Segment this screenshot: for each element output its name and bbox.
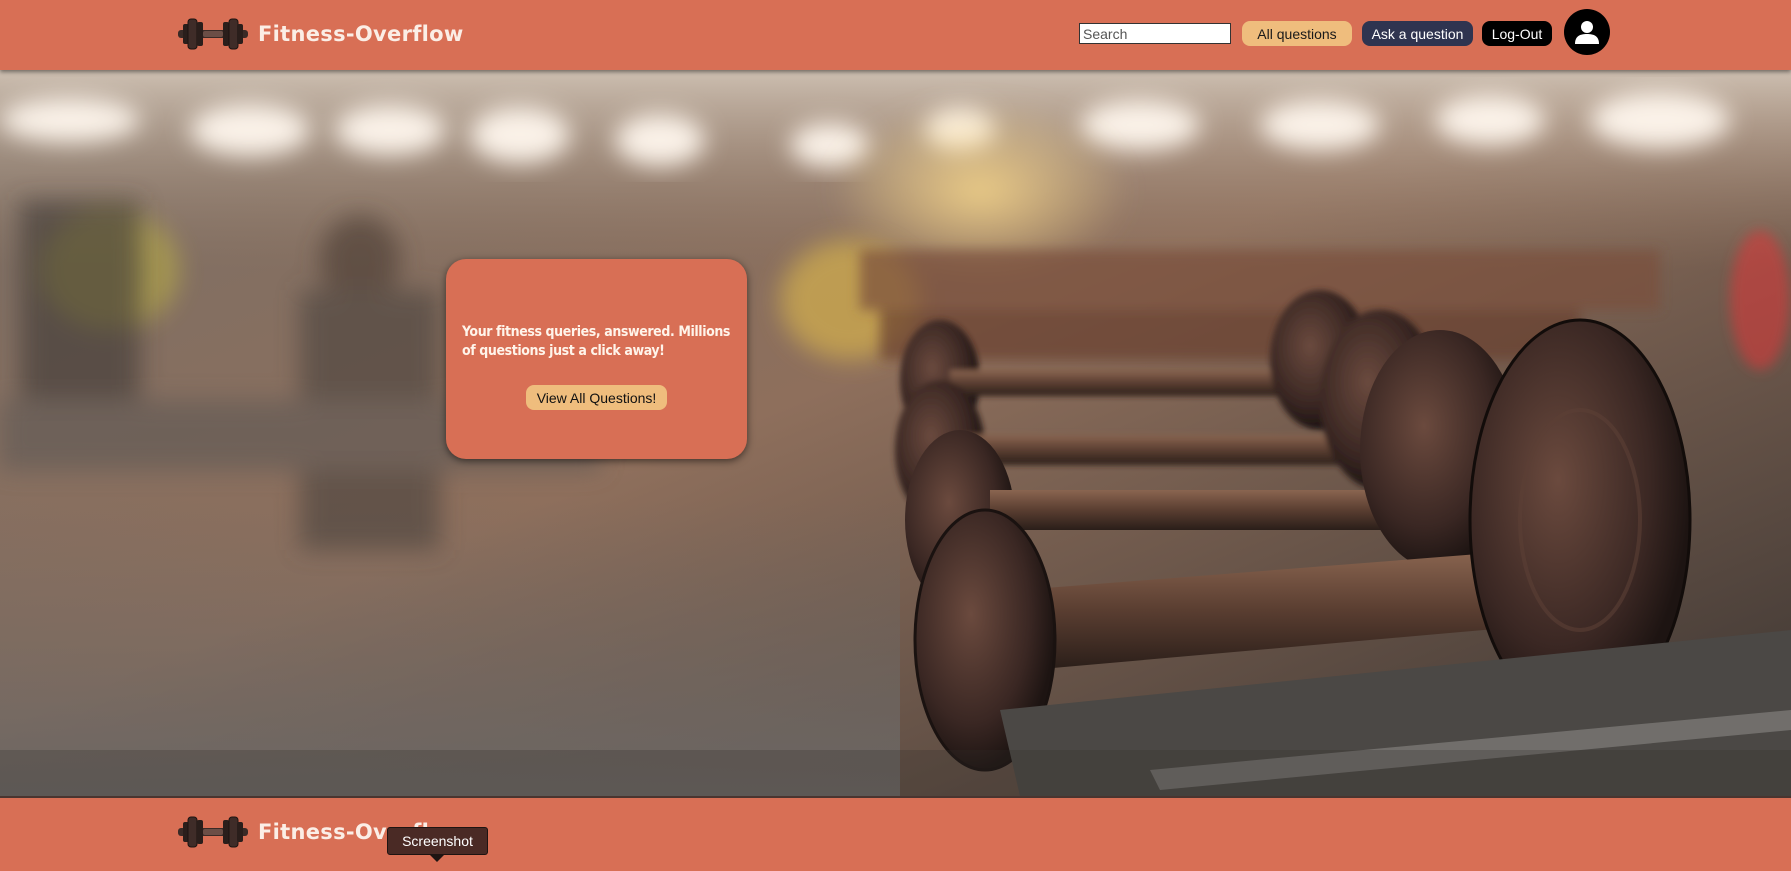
dumbbell-icon xyxy=(178,18,248,50)
profile-avatar-button[interactable] xyxy=(1564,9,1610,55)
page: Fitness-Overflow All questions Ask a que… xyxy=(0,0,1791,871)
screenshot-tooltip: Screenshot xyxy=(387,827,488,855)
view-all-questions-button[interactable]: View All Questions! xyxy=(526,385,667,410)
ask-question-button[interactable]: Ask a question xyxy=(1362,21,1473,46)
user-icon xyxy=(1575,21,1599,44)
hero-section: Your fitness queries, answered. Millions… xyxy=(0,70,1791,796)
top-navbar: Fitness-Overflow All questions Ask a que… xyxy=(0,0,1791,70)
gym-background-image xyxy=(0,70,1791,796)
promo-tagline: Your fitness queries, answered. Millions… xyxy=(462,324,731,359)
tooltip-arrow xyxy=(429,854,445,862)
footer: Fitness-Overflow xyxy=(0,796,1791,871)
logout-button[interactable]: Log-Out xyxy=(1482,21,1552,46)
brand[interactable]: Fitness-Overflow xyxy=(178,14,464,54)
dumbbell-icon xyxy=(178,816,248,848)
search-input[interactable] xyxy=(1079,23,1231,44)
promo-card: Your fitness queries, answered. Millions… xyxy=(446,259,747,459)
all-questions-button[interactable]: All questions xyxy=(1242,21,1352,46)
brand-name: Fitness-Overflow xyxy=(258,22,464,46)
